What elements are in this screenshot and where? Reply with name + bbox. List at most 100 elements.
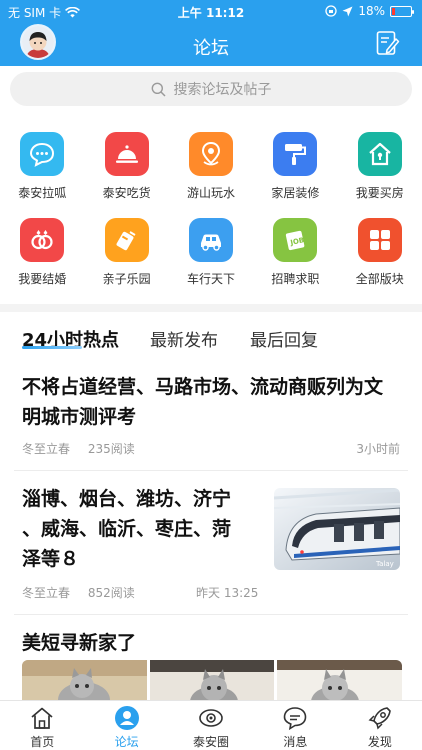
cat-image <box>149 660 275 700</box>
article-title-line: 、威海、临沂、枣庄、菏 <box>22 518 232 540</box>
tabbar-item-home[interactable]: 首页 <box>0 701 84 750</box>
category-tile <box>20 132 65 176</box>
article-title: 淄博、烟台、潍坊、济宁 、威海、临沂、枣庄、菏 泽等８ <box>22 484 262 574</box>
cat-image <box>277 660 402 700</box>
feed-tabs: 24小时热点 最新发布 最后回复 <box>0 312 422 360</box>
article-meta: 冬至立春 235阅读 <box>22 440 149 457</box>
category-tile <box>104 218 149 262</box>
tabbar-item-discover[interactable]: 发现 <box>338 701 422 750</box>
toy-icon <box>116 231 136 251</box>
compose-icon[interactable] <box>376 30 400 56</box>
tabbar-item-forum[interactable]: 论坛 <box>84 701 168 750</box>
category-label: 招聘求职 <box>271 272 320 286</box>
car-icon <box>200 234 221 251</box>
section-divider <box>0 304 422 312</box>
article-separator <box>14 614 408 615</box>
category-item[interactable]: 我要结婚 <box>0 210 84 296</box>
category-tile <box>104 132 149 176</box>
search-icon <box>151 82 166 97</box>
category-label: 亲子乐园 <box>102 272 151 286</box>
category-label: 我要买房 <box>355 186 404 200</box>
category-item[interactable]: 泰安吃货 <box>84 124 168 210</box>
tabbar-label: 论坛 <box>114 735 139 749</box>
category-item[interactable]: 车行天下 <box>169 210 253 296</box>
category-label: 我要结婚 <box>18 272 67 286</box>
location-arrow-icon <box>342 6 353 16</box>
category-label: 全部版块 <box>355 272 404 286</box>
job-icon: JOB <box>286 230 305 251</box>
battery-icon <box>390 5 414 17</box>
category-tile <box>188 132 233 176</box>
cat-photo <box>149 660 275 700</box>
category-tile <box>188 218 233 262</box>
category-tile <box>273 132 318 176</box>
category-label: 泰安拉呱 <box>18 186 67 200</box>
message-icon <box>284 707 307 731</box>
article-time: 昨天 13:25 <box>196 586 259 600</box>
tabbar-label: 消息 <box>283 735 308 749</box>
camera-circle-icon <box>199 709 223 727</box>
article-separator <box>14 470 408 471</box>
tab-last-reply[interactable]: 最后回复 <box>250 326 318 351</box>
article-image-strip <box>22 660 402 700</box>
category-label: 游山玩水 <box>186 186 235 200</box>
tabbar-label: 发现 <box>367 735 392 749</box>
category-item[interactable]: JOB 招聘求职 <box>253 210 337 296</box>
category-grid: 泰安拉呱 泰安吃货 游山玩水 家居装修 我要买房 我要结婚 亲子乐园 车行天下 … <box>0 124 422 304</box>
battery-level <box>392 7 395 15</box>
status-bar: 无 SIM 卡 上午 11:12 18% <box>0 0 422 22</box>
page-title: 论坛 <box>193 38 229 59</box>
tabbar-item-messages[interactable]: 消息 <box>253 701 337 750</box>
train-image: Talay <box>274 488 400 570</box>
map-pin-icon <box>201 141 220 166</box>
category-tile: JOB <box>273 218 318 262</box>
cat-image <box>22 660 147 700</box>
thumbnail-watermark: Talay <box>375 560 394 568</box>
search-bar: 搜索论坛及帖子 <box>0 66 422 114</box>
category-item[interactable]: 我要买房 <box>338 124 422 210</box>
tabbar-item-taian-circle[interactable]: 泰安圈 <box>169 701 253 750</box>
article-time: 3小时前 <box>356 442 400 456</box>
paint-roller-icon <box>285 144 307 165</box>
house-icon <box>369 142 391 166</box>
article-title-line: 淄博、烟台、潍坊、济宁 <box>22 488 232 510</box>
article-title-line: 明城市测评考 <box>22 406 137 428</box>
category-label: 泰安吃货 <box>102 186 151 200</box>
home-icon <box>31 707 53 729</box>
bottom-tab-bar: 首页 论坛 泰安圈 消息 发现 <box>0 700 422 750</box>
category-item[interactable]: 家居装修 <box>253 124 337 210</box>
tabbar-label: 泰安圈 <box>193 735 230 749</box>
rocket-icon <box>368 707 391 730</box>
article-meta: 冬至立春 852阅读 <box>22 584 149 601</box>
chat-bubble-icon <box>30 142 55 167</box>
article-author: 冬至立春 <box>22 586 71 600</box>
article-title: 美短寻新家了 <box>22 632 137 654</box>
article-title: 不将占道经营、马路市场、流动商贩列为文 明城市测评考 <box>22 372 407 432</box>
category-label: 车行天下 <box>186 272 235 286</box>
tabbar-label: 首页 <box>30 735 55 749</box>
search-input[interactable]: 搜索论坛及帖子 <box>10 72 412 106</box>
search-placeholder: 搜索论坛及帖子 <box>173 82 272 98</box>
article-reads: 852阅读 <box>87 586 135 600</box>
status-right: 18% <box>325 4 414 18</box>
category-tile <box>357 218 402 262</box>
battery-percent: 18% <box>358 4 385 18</box>
rings-icon <box>31 230 53 250</box>
cat-photo <box>22 660 147 700</box>
tab-active-indicator <box>22 346 82 349</box>
grid-icon <box>369 230 390 250</box>
food-cloche-icon <box>115 145 138 163</box>
rotation-lock-icon <box>325 5 337 17</box>
tab-latest[interactable]: 最新发布 <box>150 326 218 351</box>
article-author: 冬至立春 <box>22 442 71 456</box>
article-title-line: 泽等８ <box>22 548 80 570</box>
category-tile <box>357 132 402 176</box>
category-item[interactable]: 泰安拉呱 <box>0 124 84 210</box>
forum-icon <box>114 706 139 730</box>
cat-photo <box>277 660 402 700</box>
category-item[interactable]: 亲子乐园 <box>84 210 168 296</box>
article-title-line: 不将占道经营、马路市场、流动商贩列为文 <box>22 376 384 398</box>
category-label: 家居装修 <box>271 186 320 200</box>
category-item[interactable]: 游山玩水 <box>169 124 253 210</box>
category-item[interactable]: 全部版块 <box>338 210 422 296</box>
